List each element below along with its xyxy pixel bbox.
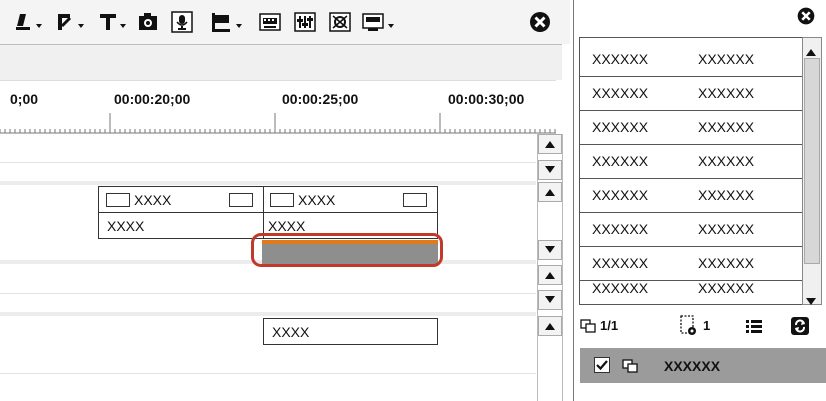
mixer-icon[interactable] (291, 10, 319, 34)
clip-label: XXXX (298, 192, 336, 208)
grid-scrollbar[interactable] (802, 37, 822, 305)
grid-row[interactable]: XXXXXX XXXXXX (580, 111, 802, 145)
grid-row[interactable]: XXXXXX XXXXXX (580, 145, 802, 179)
page-indicator: 1/1 (600, 318, 619, 333)
grid-cell: XXXXXX (592, 280, 649, 296)
scroll-thumb[interactable] (804, 58, 820, 264)
scroll-down-button[interactable] (806, 293, 816, 311)
grid-cell: XXXXXX (698, 119, 755, 135)
grid-cell: XXXXXX (592, 85, 649, 101)
timecode-ruler[interactable]: 0;00 00:00:20;00 00:00:25;00 00:00:30;00 (0, 80, 556, 135)
scroll-down-button[interactable] (538, 160, 562, 180)
grid-cell: XXXXXX (698, 153, 755, 169)
clip-thumbnail-icon (229, 193, 253, 207)
bin-icon[interactable] (679, 315, 699, 340)
grid-cell: XXXXXX (592, 51, 649, 67)
track-divider (0, 181, 536, 185)
timecode-label: 00:00:25;00 (282, 91, 359, 107)
scroll-up-button[interactable] (538, 182, 562, 202)
clip-thumbnail-icon (270, 193, 294, 207)
grid-row[interactable]: XXXXXX XXXXXX (580, 213, 802, 247)
in-point-icon[interactable] (12, 10, 46, 34)
track-divider (0, 312, 536, 316)
timeline-header-bar (0, 45, 562, 80)
sequence-icon[interactable] (580, 318, 596, 337)
scroll-up-button[interactable] (538, 316, 562, 336)
timeline-panel: 0;00 00:00:20;00 00:00:25;00 00:00:30;00… (0, 0, 570, 401)
grid-cell: XXXXXX (592, 119, 649, 135)
track-divider (0, 373, 536, 374)
audio-record-icon[interactable] (168, 10, 196, 34)
grid-cell: XXXXXX (698, 221, 755, 237)
scroll-up-button[interactable] (538, 134, 562, 154)
track-divider (0, 162, 536, 163)
track-divider (0, 293, 536, 294)
item-count: 1 (703, 318, 711, 333)
clip-label: XXXX (268, 218, 306, 234)
effects-icon[interactable] (326, 10, 354, 34)
track-scrollbar[interactable] (537, 134, 563, 401)
display-icon[interactable] (360, 10, 400, 34)
data-grid: XXXXXX XXXXXX XXXXXX XXXXXX XXXXXX XXXXXX X… (579, 37, 803, 305)
grid-row[interactable]: XXXXXX XXXXXX (580, 179, 802, 213)
highlight-callout (251, 233, 443, 267)
clip-label: XXXX (134, 192, 172, 208)
close-icon[interactable] (796, 6, 816, 31)
right-panel: XXXXXX XXXXXX XXXXXX XXXXXX XXXXXX XXXXXX X… (573, 0, 826, 401)
clip-thumbnail-icon (106, 193, 130, 207)
list-item-label: XXXXXX (664, 358, 721, 374)
ruler-ticks (0, 113, 556, 134)
list-view-icon[interactable] (746, 319, 762, 336)
item-checkbox[interactable] (594, 357, 610, 373)
grid-cell: XXXXXX (698, 51, 755, 67)
camera-icon[interactable] (134, 10, 162, 34)
grid-cell: XXXXXX (592, 221, 649, 237)
clip-label: XXXX (272, 324, 310, 340)
panel-toolbar: 1/1 1 (574, 314, 826, 340)
keyboard-icon[interactable] (256, 10, 284, 34)
timeline-toolbar (0, 0, 570, 44)
sequence-icon (622, 358, 638, 379)
timecode-label: 00:00:20;00 (114, 91, 191, 107)
grid-row[interactable]: XXXXXX XXXXXX (580, 269, 802, 304)
grid-cell: XXXXXX (698, 187, 755, 203)
out-point-icon[interactable] (52, 10, 90, 34)
sync-icon[interactable] (790, 316, 810, 339)
list-item[interactable]: XXXXXX (580, 348, 826, 383)
grid-cell: XXXXXX (592, 187, 649, 203)
timecode-label: 0;00 (10, 91, 39, 107)
marker-icon[interactable] (208, 10, 248, 34)
scroll-down-button[interactable] (538, 240, 562, 260)
title-icon[interactable] (96, 10, 132, 34)
clip-name-row[interactable]: XXXX (98, 212, 264, 239)
audio-clip[interactable]: XXXX (263, 318, 438, 345)
close-icon[interactable] (526, 10, 554, 34)
grid-cell: XXXXXX (592, 153, 649, 169)
video-clip[interactable]: XXXX (263, 186, 438, 213)
grid-row[interactable]: XXXXXX XXXXXX (580, 77, 802, 111)
timecode-label: 00:00:30;00 (448, 91, 525, 107)
grid-cell: XXXXXX (698, 280, 755, 296)
clip-thumbnail-icon (403, 193, 427, 207)
scroll-down-button[interactable] (538, 290, 562, 310)
grid-row[interactable]: XXXXXX XXXXXX (580, 43, 802, 77)
video-clip[interactable]: XXXX (98, 186, 264, 213)
clip-label: XXXX (107, 218, 145, 234)
grid-cell: XXXXXX (698, 85, 755, 101)
scroll-up-button[interactable] (538, 265, 562, 285)
